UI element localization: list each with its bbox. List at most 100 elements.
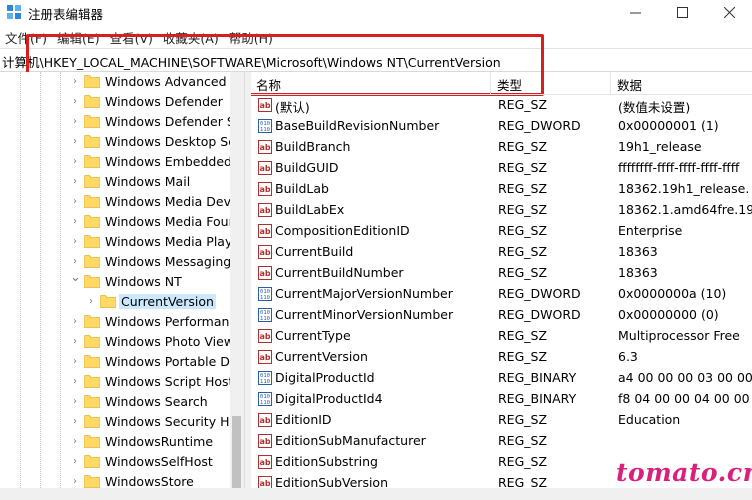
value-data: 0x0000000a (10) xyxy=(618,286,727,301)
horizontal-scrollbar[interactable] xyxy=(0,488,752,500)
chevron-right-icon[interactable]: › xyxy=(70,96,80,108)
chevron-right-icon[interactable]: › xyxy=(70,236,80,248)
chevron-right-icon[interactable]: › xyxy=(70,216,80,228)
tree-item[interactable]: › Windows Desktop Se xyxy=(0,132,236,152)
value-row[interactable]: ab CurrentVersion REG_SZ 6.3 xyxy=(250,347,752,368)
value-row[interactable]: 010 110 CurrentMinorVersionNumber REG_DWORD… xyxy=(250,305,752,326)
folder-icon xyxy=(84,75,100,88)
menu-file[interactable]: 文件(F) xyxy=(0,28,52,47)
tree-item-label: WindowsStore xyxy=(105,474,194,488)
value-data: ffffffff-ffff-ffff-ffff-ffff xyxy=(618,160,740,175)
tree-item[interactable]: › Windows Media Foun xyxy=(0,212,237,232)
chevron-right-icon[interactable]: › xyxy=(70,136,80,148)
value-row[interactable]: ab EditionSubManufacturer REG_SZ xyxy=(250,431,752,452)
string-value-icon: ab xyxy=(258,350,272,364)
chevron-right-icon[interactable]: › xyxy=(70,476,80,488)
chevron-right-icon[interactable]: › xyxy=(70,316,80,328)
chevron-right-icon[interactable]: › xyxy=(70,256,80,268)
chevron-right-icon[interactable]: › xyxy=(70,336,80,348)
menu-view[interactable]: 查看(V) xyxy=(105,28,158,47)
tree-item[interactable]: › Windows Defender xyxy=(0,92,230,112)
svg-text:ab: ab xyxy=(259,458,270,467)
binary-value-icon: 010110 xyxy=(258,308,272,322)
tree-scrollbar-thumb[interactable] xyxy=(232,416,241,488)
value-name: BuildLab xyxy=(275,181,329,196)
value-row[interactable]: ab EditionID REG_SZ Education xyxy=(250,410,752,431)
tree-item-label: Windows Embedded xyxy=(105,154,232,169)
tree-item-label: Windows Portable De xyxy=(105,354,238,369)
chevron-right-icon[interactable]: › xyxy=(70,76,80,88)
column-header-name[interactable]: 名称 xyxy=(250,72,491,95)
values-list[interactable]: 名称 类型 数据 ab (默认) REG_SZ (数值未设置) 010 110 BaseBu… xyxy=(250,72,752,500)
chevron-right-icon[interactable]: › xyxy=(70,396,80,408)
address-path[interactable]: 计算机\HKEY_LOCAL_MACHINE\SOFTWARE\Microsof… xyxy=(2,52,501,71)
menu-favorites[interactable]: 收藏夹(A) xyxy=(158,28,224,47)
tree-item-label: Windows Security He xyxy=(105,414,238,429)
minimize-button[interactable] xyxy=(612,0,658,24)
tree-item[interactable]: › Windows Media Playe xyxy=(0,232,240,252)
address-bar[interactable]: 计算机\HKEY_LOCAL_MACHINE\SOFTWARE\Microsof… xyxy=(0,48,752,72)
chevron-right-icon[interactable]: › xyxy=(86,296,96,308)
tree-item[interactable]: › Windows Messaging xyxy=(0,252,231,272)
tree-item[interactable]: › Windows Embedded xyxy=(0,152,232,172)
value-row[interactable]: ab BuildLab REG_SZ 18362.19h1_release. xyxy=(250,179,752,200)
tree-item[interactable]: › Windows Security He xyxy=(0,412,237,432)
chevron-right-icon[interactable]: › xyxy=(70,176,80,188)
value-type: REG_SZ xyxy=(498,349,548,364)
string-value-icon: ab xyxy=(258,182,272,196)
value-row[interactable]: ab BuildBranch REG_SZ 19h1_release xyxy=(250,137,752,158)
tree-item[interactable]: › Windows Defender S xyxy=(0,112,235,132)
tree-item[interactable]: › Windows Advanced T xyxy=(0,72,238,92)
value-row[interactable]: ab (默认) REG_SZ (数值未设置) xyxy=(250,95,752,116)
chevron-right-icon[interactable]: › xyxy=(70,376,80,388)
string-value-icon: ab xyxy=(258,245,272,259)
key-tree[interactable]: › Windows Advanced T › Windows Defender › Win… xyxy=(0,72,244,488)
value-row[interactable]: ab CompositionEditionID REG_SZ Enterprise xyxy=(250,221,752,242)
menu-edit[interactable]: 编辑(E) xyxy=(52,28,105,47)
chevron-down-icon[interactable]: ⌄ xyxy=(70,271,81,284)
chevron-right-icon[interactable]: › xyxy=(70,356,80,368)
chevron-right-icon[interactable]: › xyxy=(70,116,80,128)
tree-item[interactable]: › Windows Performanc xyxy=(0,312,236,332)
column-header-type[interactable]: 类型 xyxy=(491,72,611,95)
tree-item[interactable]: › WindowsRuntime xyxy=(0,432,230,452)
maximize-button[interactable] xyxy=(659,0,705,24)
value-type: REG_SZ xyxy=(498,139,548,154)
value-row[interactable]: 010 110 CurrentMajorVersionNumber REG_DWORD… xyxy=(250,284,752,305)
chevron-right-icon[interactable]: › xyxy=(70,456,80,468)
chevron-right-icon[interactable]: › xyxy=(70,436,80,448)
value-type: REG_SZ xyxy=(498,160,548,175)
tree-item[interactable]: › Windows Search xyxy=(0,392,230,412)
tree-item[interactable]: ⌄ Windows NT xyxy=(0,271,230,292)
tree-item[interactable]: › Windows Mail xyxy=(0,172,230,192)
value-row[interactable]: ab CurrentBuild REG_SZ 18363 xyxy=(250,242,752,263)
value-data: 18363 xyxy=(618,244,658,259)
chevron-right-icon[interactable]: › xyxy=(70,196,80,208)
tree-item[interactable]: › WindowsStore xyxy=(0,472,230,488)
value-row[interactable]: 010 110 BaseBuildRevisionNumber REG_DWORD 0x… xyxy=(250,116,752,137)
close-button[interactable] xyxy=(706,0,752,24)
tree-item[interactable]: › CurrentVersion xyxy=(0,292,230,312)
value-row[interactable]: ab CurrentBuildNumber REG_SZ 18363 xyxy=(250,263,752,284)
tree-item[interactable]: › Windows Portable De xyxy=(0,352,238,372)
menu-help[interactable]: 帮助(H) xyxy=(224,28,278,47)
value-row[interactable]: ab CurrentType REG_SZ Multiprocessor Free xyxy=(250,326,752,347)
string-value-icon: ab xyxy=(258,413,272,427)
watermark: tomato.cm xyxy=(616,458,752,487)
value-data: 19h1_release xyxy=(618,139,702,154)
value-row[interactable]: 010 110 DigitalProductId4 REG_BINARY f8 04 0… xyxy=(250,389,752,410)
column-header-data[interactable]: 数据 xyxy=(611,72,752,95)
value-type: REG_SZ xyxy=(498,181,548,196)
value-row[interactable]: ab BuildGUID REG_SZ ffffffff-ffff-ffff-ffff… xyxy=(250,158,752,179)
tree-item[interactable]: › WindowsSelfHost xyxy=(0,452,230,472)
tree-item[interactable]: › Windows Photo View xyxy=(0,332,234,352)
value-row[interactable]: ab BuildLabEx REG_SZ 18362.1.amd64fre.19 xyxy=(250,200,752,221)
value-row[interactable]: 010 110 DigitalProductId REG_BINARY a4 00 00… xyxy=(250,368,752,389)
svg-text:ab: ab xyxy=(259,248,270,257)
folder-icon xyxy=(84,335,100,348)
tree-item[interactable]: › Windows Media Devi xyxy=(0,192,234,212)
chevron-right-icon[interactable]: › xyxy=(70,156,80,168)
tree-item[interactable]: › Windows Script Host xyxy=(0,372,233,392)
tree-item-label: Windows Media Foun xyxy=(105,214,237,229)
chevron-right-icon[interactable]: › xyxy=(70,416,80,428)
